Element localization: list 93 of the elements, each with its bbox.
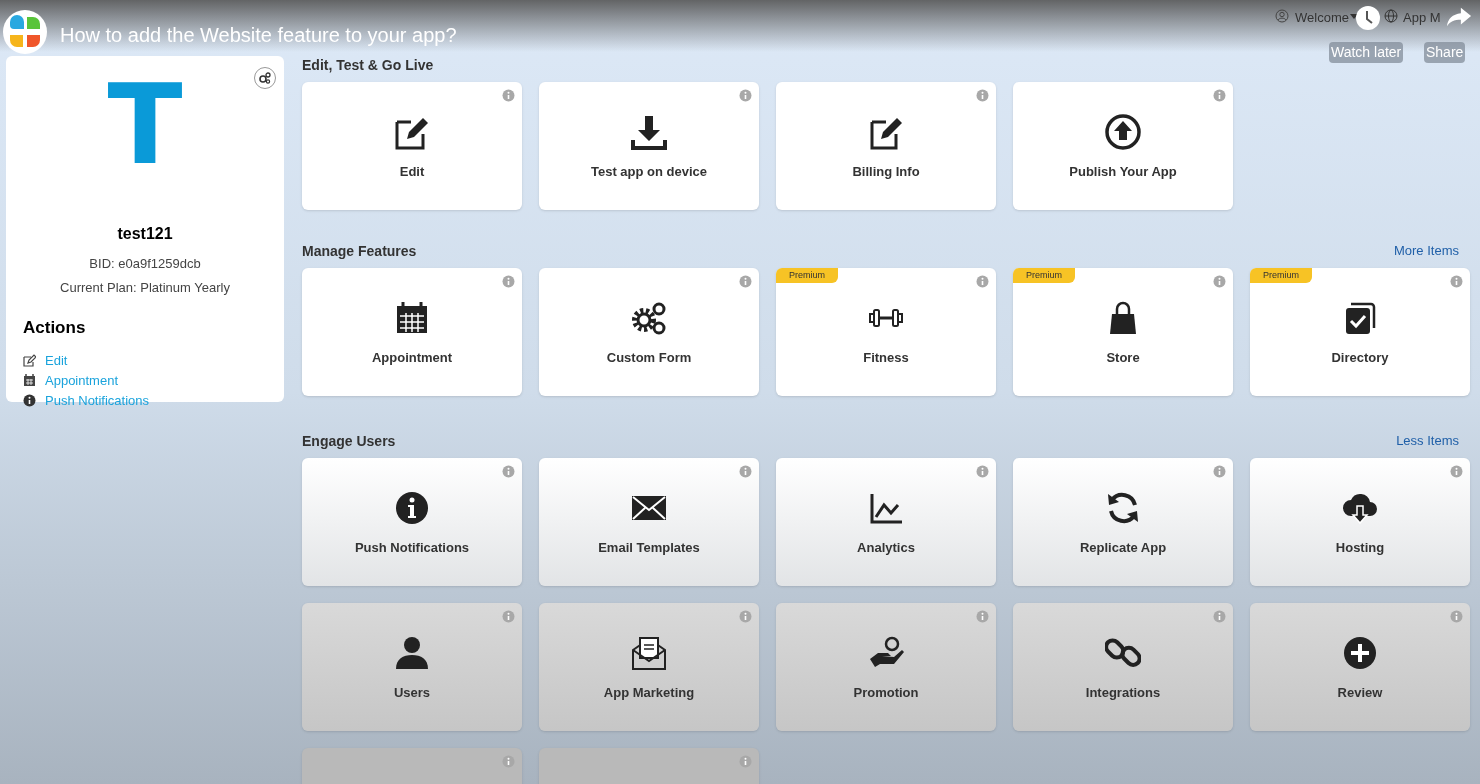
feature-card[interactable]: App Marketing bbox=[539, 603, 759, 731]
info-icon bbox=[1450, 465, 1463, 478]
feature-card[interactable]: Appointment bbox=[302, 268, 522, 396]
channel-logo-icon bbox=[2, 9, 48, 55]
card-label: Users bbox=[393, 684, 431, 702]
card-label: Push Notifications bbox=[354, 539, 470, 557]
feature-card[interactable]: Custom Form bbox=[539, 268, 759, 396]
card-label: Fitness bbox=[863, 349, 909, 367]
site-menu[interactable]: App M bbox=[1403, 8, 1441, 28]
edit-icon bbox=[23, 354, 36, 367]
feature-card[interactable]: Premium Store bbox=[1013, 268, 1233, 396]
info-icon bbox=[976, 89, 989, 102]
info-icon bbox=[502, 755, 515, 768]
info-icon bbox=[502, 275, 515, 288]
card-label: Custom Form bbox=[606, 349, 692, 367]
premium-badge: Premium bbox=[776, 268, 838, 283]
info-icon bbox=[502, 465, 515, 478]
info-icon bbox=[976, 465, 989, 478]
card-label: Test app on device bbox=[590, 163, 708, 181]
card-label: Billing Info bbox=[852, 163, 920, 181]
info-icon bbox=[502, 610, 515, 623]
feature-card[interactable]: Promotion bbox=[776, 603, 996, 731]
bid-text: BID: e0a9f1259dcb bbox=[89, 255, 201, 273]
info-icon bbox=[1450, 275, 1463, 288]
info-icon bbox=[1213, 610, 1226, 623]
feature-card[interactable]: Review bbox=[1250, 603, 1470, 731]
share-icon bbox=[1446, 6, 1472, 28]
feature-card[interactable]: Integrations bbox=[1013, 603, 1233, 731]
info-icon bbox=[739, 755, 752, 768]
info-icon bbox=[976, 610, 989, 623]
user-menu[interactable]: Welcome bbox=[1295, 8, 1349, 28]
plus-circle-icon bbox=[1342, 635, 1378, 671]
premium-badge: Premium bbox=[1013, 268, 1075, 283]
info-icon bbox=[739, 465, 752, 478]
info-icon bbox=[1213, 89, 1226, 102]
card-label: Replicate App bbox=[1079, 539, 1167, 557]
actions-heading: Actions bbox=[23, 317, 87, 339]
download-icon bbox=[631, 114, 667, 150]
feature-card[interactable]: Billing Info bbox=[776, 82, 996, 210]
card-label: Edit bbox=[399, 163, 425, 181]
feature-card[interactable]: Email Templates bbox=[539, 458, 759, 586]
card-label: Analytics bbox=[857, 539, 915, 557]
section-link[interactable]: More Items bbox=[1394, 241, 1470, 261]
app-initial: T bbox=[107, 70, 183, 180]
feature-card[interactable]: Publish Your App bbox=[1013, 82, 1233, 210]
calendar-icon bbox=[23, 374, 36, 387]
user-icon bbox=[394, 635, 430, 671]
settings-icon bbox=[259, 72, 271, 84]
gears-icon bbox=[631, 300, 667, 336]
card-label: App Marketing bbox=[603, 684, 695, 702]
info-icon bbox=[739, 89, 752, 102]
feature-card[interactable]: Premium Directory bbox=[1250, 268, 1470, 396]
card-label: Store bbox=[1106, 349, 1140, 367]
refresh-icon bbox=[1105, 490, 1141, 526]
info-icon bbox=[739, 610, 752, 623]
upload-icon bbox=[1105, 114, 1141, 150]
section-link[interactable]: Less Items bbox=[1396, 431, 1470, 451]
info-icon bbox=[1450, 610, 1463, 623]
card-label: Review bbox=[1337, 684, 1383, 702]
card-label: Publish Your App bbox=[1069, 163, 1177, 181]
premium-badge: Premium bbox=[1250, 268, 1312, 283]
user-icon bbox=[1275, 9, 1289, 23]
card-label: Integrations bbox=[1085, 684, 1161, 702]
clock-icon bbox=[1355, 5, 1381, 31]
feature-card[interactable]: Analytics bbox=[776, 458, 996, 586]
mail-marketing-icon bbox=[631, 635, 667, 671]
feature-card[interactable]: Hosting bbox=[1250, 458, 1470, 586]
feature-card[interactable]: Push Notifications bbox=[302, 458, 522, 586]
globe-icon bbox=[1384, 9, 1398, 23]
feature-card[interactable]: Replicate App bbox=[1013, 458, 1233, 586]
section-heading: Manage Features bbox=[302, 241, 417, 261]
feature-card[interactable]: Users bbox=[302, 603, 522, 731]
card-label: Hosting bbox=[1335, 539, 1385, 557]
card-label: Email Templates bbox=[598, 539, 700, 557]
caret-icon bbox=[1350, 14, 1358, 20]
plan-text: Current Plan: Platinum Yearly bbox=[60, 278, 230, 297]
calendar-icon bbox=[394, 300, 430, 336]
feature-card[interactable]: Premium Fitness bbox=[776, 268, 996, 396]
info-icon bbox=[394, 490, 430, 526]
info-icon bbox=[502, 89, 515, 102]
card-label: Promotion bbox=[853, 684, 919, 702]
section-heading: Edit, Test & Go Live bbox=[302, 55, 434, 75]
card-label: Appointment bbox=[371, 349, 453, 367]
settings-button[interactable] bbox=[254, 67, 276, 89]
app-name: test121 bbox=[117, 224, 173, 244]
card-label: Directory bbox=[1331, 349, 1389, 367]
info-icon bbox=[739, 275, 752, 288]
feature-card[interactable]: Test app on device bbox=[539, 82, 759, 210]
feature-card[interactable]: Edit bbox=[302, 82, 522, 210]
info-icon bbox=[1213, 275, 1226, 288]
info-icon bbox=[976, 275, 989, 288]
info-icon bbox=[1213, 465, 1226, 478]
section-heading: Engage Users bbox=[302, 431, 396, 451]
